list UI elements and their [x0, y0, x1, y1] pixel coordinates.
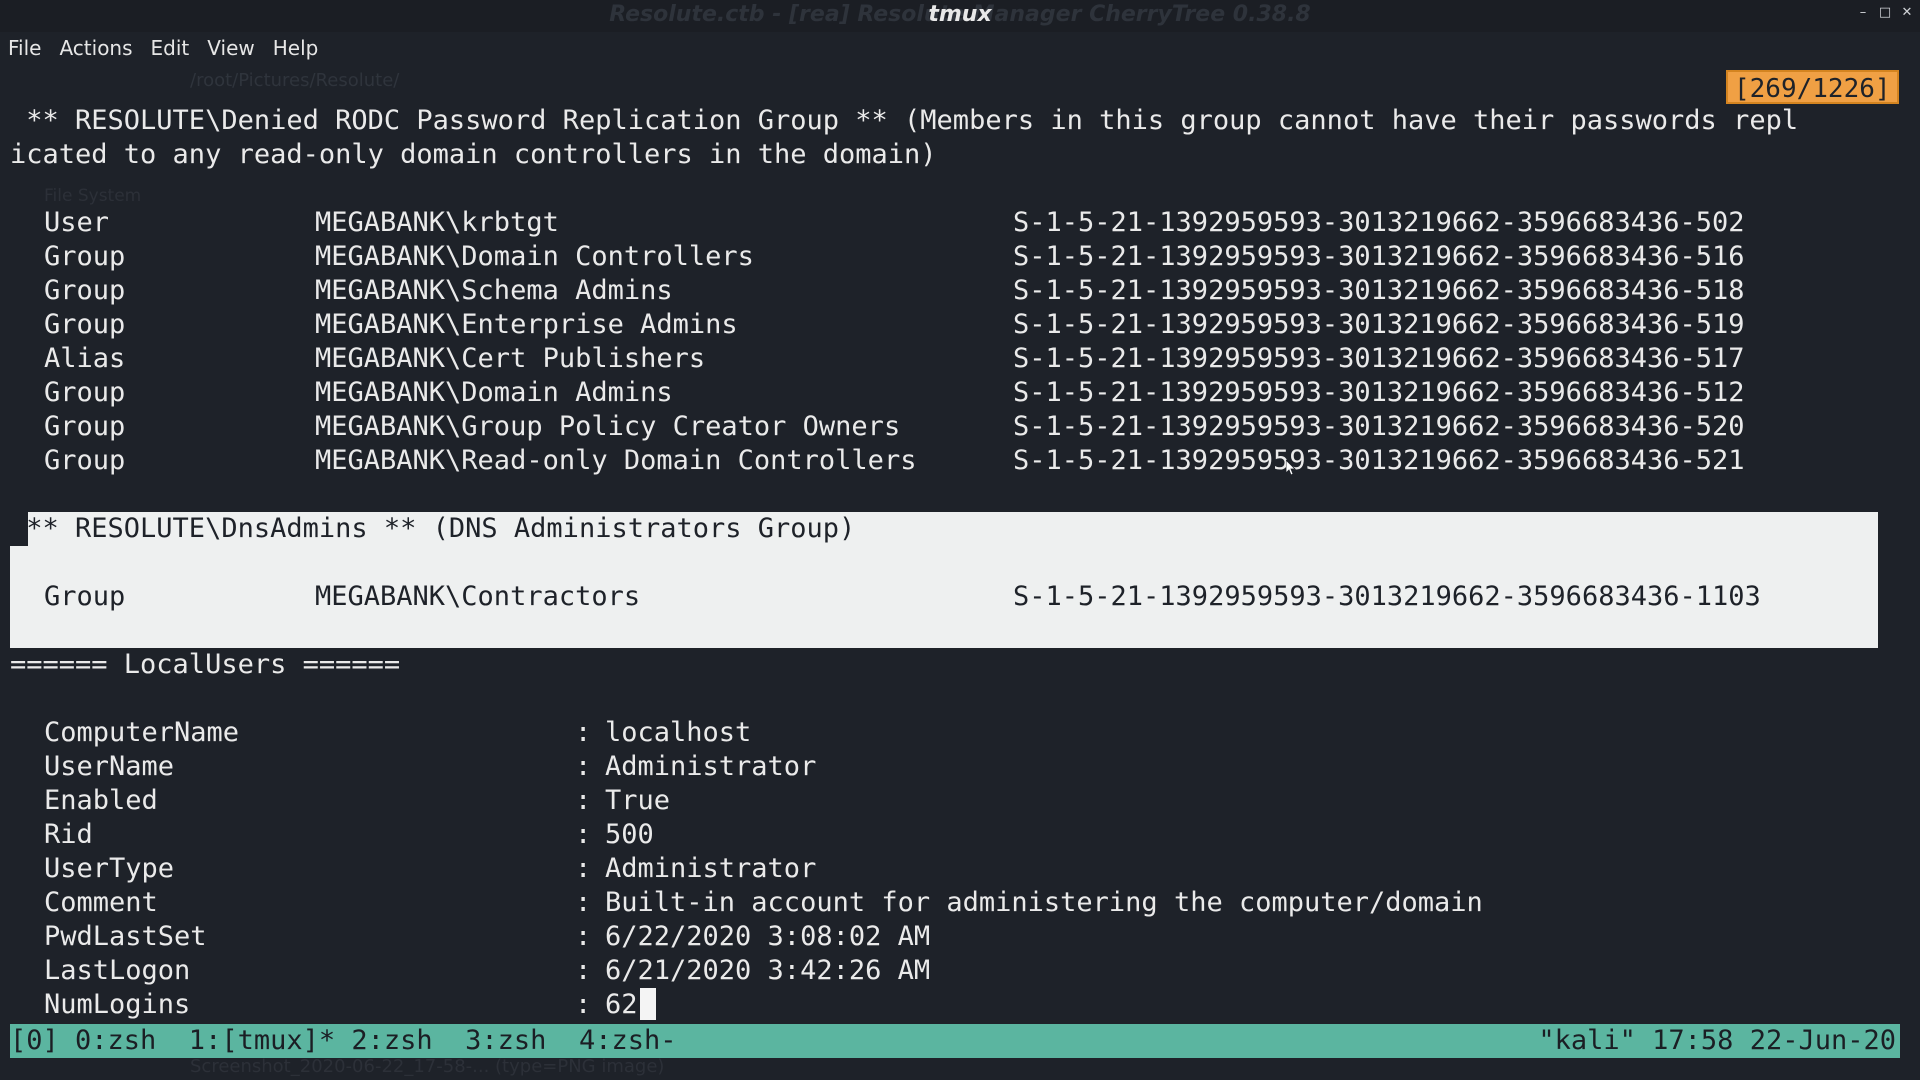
tmux-status-bar[interactable]: [0] 0:zsh 1:[tmux]* 2:zsh 3:zsh 4:zsh- "… [10, 1024, 1900, 1058]
list-item: UserName : Administrator [0, 750, 1900, 784]
menu-bar: File Actions Edit View Help [0, 32, 1920, 64]
member-name: MEGABANK\Read-only Domain Controllers [315, 445, 917, 476]
list-item: Rid : 500 [0, 818, 1900, 852]
list-item: Comment : Built-in account for administe… [0, 886, 1900, 920]
field-separator: : [575, 955, 592, 986]
member-name: MEGABANK\Domain Controllers [315, 241, 754, 272]
member-sid: S-1-5-21-1392959593-3013219662-359668343… [1013, 581, 1761, 612]
member-sid: S-1-5-21-1392959593-3013219662-359668343… [1013, 309, 1745, 340]
field-separator: : [575, 751, 592, 782]
list-item: PwdLastSet : 6/22/2020 3:08:02 AM [0, 920, 1900, 954]
menu-file[interactable]: File [4, 36, 45, 60]
menu-actions[interactable]: Actions [55, 36, 136, 60]
field-value: True [605, 785, 671, 816]
minimize-icon[interactable]: – [1856, 6, 1870, 20]
dnsadmins-group-header: ** RESOLUTE\DnsAdmins ** (DNS Administra… [10, 513, 856, 544]
member-sid: S-1-5-21-1392959593-3013219662-359668343… [1013, 343, 1745, 374]
field-separator: : [575, 989, 592, 1020]
member-type: Group [44, 241, 126, 272]
tmux-host-clock: "kali" 17:58 22-Jun-20 [1538, 1025, 1896, 1056]
table-row: Group MEGABANK\Schema Admins S-1-5-21-13… [0, 274, 1900, 308]
member-type: Group [44, 309, 126, 340]
member-type: Group [44, 275, 126, 306]
list-item: ComputerName : localhost [0, 716, 1900, 750]
field-value: Administrator [605, 751, 817, 782]
field-key: UserType [44, 853, 175, 884]
menu-view[interactable]: View [203, 36, 258, 60]
window-title: tmux [928, 2, 992, 27]
field-value: 6/22/2020 3:08:02 AM [605, 921, 931, 952]
member-sid: S-1-5-21-1392959593-3013219662-359668343… [1013, 207, 1745, 238]
member-name: MEGABANK\Domain Admins [315, 377, 673, 408]
field-separator: : [575, 853, 592, 884]
list-item: NumLogins : 62 [0, 988, 1900, 1022]
table-row: User MEGABANK\krbtgt S-1-5-21-1392959593… [0, 206, 1900, 240]
field-separator: : [575, 819, 592, 850]
table-row: Group MEGABANK\Domain Controllers S-1-5-… [0, 240, 1900, 274]
mouse-pointer-icon [1286, 460, 1296, 476]
list-item: Enabled : True [0, 784, 1900, 818]
maximize-icon[interactable]: □ [1878, 6, 1892, 20]
field-value: Administrator [605, 853, 817, 884]
member-name: MEGABANK\Schema Admins [315, 275, 673, 306]
field-key: Comment [44, 887, 158, 918]
member-type: Group [44, 445, 126, 476]
localusers-section-header: ====== LocalUsers ====== [10, 649, 401, 680]
field-value: 6/21/2020 3:42:26 AM [605, 955, 931, 986]
field-separator: : [575, 785, 592, 816]
table-row: Group MEGABANK\Domain Admins S-1-5-21-13… [0, 376, 1900, 410]
field-separator: : [575, 887, 592, 918]
member-name: MEGABANK\Group Policy Creator Owners [315, 411, 901, 442]
terminal-cursor [640, 988, 656, 1020]
field-key: PwdLastSet [44, 921, 207, 952]
member-type: Group [44, 581, 126, 612]
field-value: 500 [605, 819, 654, 850]
field-value: 62 [605, 989, 638, 1020]
menu-edit[interactable]: Edit [147, 36, 194, 60]
tmux-window-list[interactable]: [0] 0:zsh 1:[tmux]* 2:zsh 3:zsh 4:zsh- [10, 1024, 676, 1058]
window-controls: – □ ✕ [1856, 6, 1914, 20]
field-key: ComputerName [44, 717, 240, 748]
member-sid: S-1-5-21-1392959593-3013219662-359668343… [1013, 445, 1745, 476]
rodc-group-header-line1: ** RESOLUTE\Denied RODC Password Replica… [10, 105, 1799, 136]
member-sid: S-1-5-21-1392959593-3013219662-359668343… [1013, 411, 1745, 442]
field-key: Enabled [44, 785, 158, 816]
field-key: UserName [44, 751, 175, 782]
member-name: MEGABANK\Cert Publishers [315, 343, 706, 374]
field-separator: : [575, 921, 592, 952]
field-key: LastLogon [44, 955, 191, 986]
window-titlebar[interactable]: Resolute.ctb - [rea] Resolute Manager Ch… [0, 0, 1920, 32]
member-type: Group [44, 411, 126, 442]
table-row: Group MEGABANK\Group Policy Creator Owne… [0, 410, 1900, 444]
table-row: Alias MEGABANK\Cert Publishers S-1-5-21-… [0, 342, 1900, 376]
selection-edge [1880, 612, 1900, 648]
rodc-group-header-line2: icated to any read-only domain controlle… [10, 139, 937, 170]
field-key: NumLogins [44, 989, 191, 1020]
member-type: User [44, 207, 110, 238]
member-name: MEGABANK\Enterprise Admins [315, 309, 738, 340]
member-name: MEGABANK\krbtgt [315, 207, 559, 238]
field-value: localhost [605, 717, 752, 748]
member-sid: S-1-5-21-1392959593-3013219662-359668343… [1013, 275, 1745, 306]
list-item: UserType : Administrator [0, 852, 1900, 886]
list-item: LastLogon : 6/21/2020 3:42:26 AM [0, 954, 1900, 988]
member-name: MEGABANK\Contractors [315, 581, 641, 612]
table-row: Group MEGABANK\Contractors S-1-5-21-1392… [0, 580, 1900, 614]
member-sid: S-1-5-21-1392959593-3013219662-359668343… [1013, 241, 1745, 272]
field-separator: : [575, 717, 592, 748]
member-sid: S-1-5-21-1392959593-3013219662-359668343… [1013, 377, 1745, 408]
member-type: Alias [44, 343, 126, 374]
menu-help[interactable]: Help [269, 36, 323, 60]
table-row: Group MEGABANK\Read-only Domain Controll… [0, 444, 1900, 478]
member-type: Group [44, 377, 126, 408]
field-value: Built-in account for administering the c… [605, 887, 1483, 918]
field-key: Rid [44, 819, 93, 850]
table-row: Group MEGABANK\Enterprise Admins S-1-5-2… [0, 308, 1900, 342]
close-icon[interactable]: ✕ [1900, 6, 1914, 20]
background-footer: Screenshot_2020-06-22_17-58-... (type=PN… [190, 1056, 665, 1077]
